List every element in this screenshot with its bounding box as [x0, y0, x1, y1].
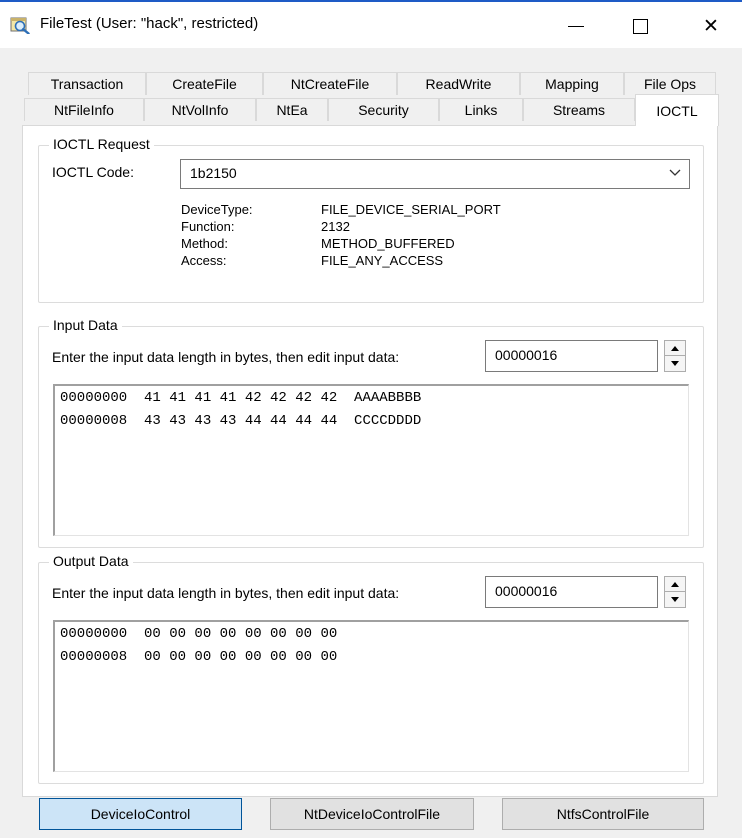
input-data-group: Input Data Enter the input data length i…	[38, 317, 704, 548]
hex-line: 00000008 43 43 43 43 44 44 44 44 CCCCDDD…	[60, 413, 422, 429]
hex-line: 00000008 00 00 00 00 00 00 00 00	[60, 649, 338, 665]
function-value: 2132	[321, 219, 350, 234]
spin-down-icon[interactable]	[665, 356, 685, 371]
tab-security[interactable]: Security	[328, 98, 439, 121]
access-value: FILE_ANY_ACCESS	[321, 253, 444, 268]
method-value: METHOD_BUFFERED	[321, 236, 455, 251]
input-hex-editor[interactable]: 00000000 41 41 41 41 42 42 42 42 AAAABBB…	[53, 384, 689, 536]
tab-createfile[interactable]: CreateFile	[146, 72, 263, 95]
device-type-value: FILE_DEVICE_SERIAL_PORT	[321, 202, 501, 217]
tab-ntvolinfo[interactable]: NtVolInfo	[144, 98, 256, 121]
chevron-down-icon	[669, 169, 681, 176]
tab-file-ops[interactable]: File Ops	[624, 72, 716, 95]
tab-label: CreateFile	[172, 76, 237, 92]
button-label: NtDeviceIoControlFile	[303, 806, 441, 822]
input-length-prompt: Enter the input data length in bytes, th…	[52, 349, 400, 365]
output-data-group: Output Data Enter the input data length …	[38, 553, 704, 784]
ioctl-code-combo[interactable]: 1b2150	[180, 159, 690, 189]
close-icon: ✕	[703, 15, 719, 37]
access-key: Access:	[181, 253, 227, 268]
tab-label: Transaction	[50, 76, 124, 92]
spin-up-icon[interactable]	[665, 341, 685, 356]
hex-line: 00000000 41 41 41 41 42 42 42 42 AAAABBB…	[60, 390, 422, 406]
ioctl-code-label: IOCTL Code:	[52, 164, 134, 180]
group-title: IOCTL Request	[49, 136, 154, 152]
tab-label: Streams	[552, 102, 606, 118]
tab-label: NtCreateFile	[290, 76, 370, 92]
tab-label: Links	[464, 102, 498, 118]
minimize-button[interactable]	[553, 4, 599, 48]
device-io-control-button[interactable]: DeviceIoControl	[39, 798, 242, 830]
spin-up-icon[interactable]	[665, 577, 685, 592]
maximize-button[interactable]	[617, 4, 663, 48]
output-hex-editor[interactable]: 00000000 00 00 00 00 00 00 00 00 0000000…	[53, 620, 689, 772]
method-key: Method:	[181, 236, 228, 251]
output-length-prompt: Enter the input data length in bytes, th…	[52, 585, 400, 601]
function-key: Function:	[181, 219, 235, 234]
device-type-key: DeviceType:	[181, 202, 253, 217]
input-length-field[interactable]: 00000016	[485, 340, 658, 372]
close-button[interactable]: ✕	[688, 4, 734, 48]
ntfs-control-file-button[interactable]: NtfsControlFile	[502, 798, 704, 830]
hex-line: 00000000 00 00 00 00 00 00 00 00	[60, 626, 338, 642]
output-length-field[interactable]: 00000016	[485, 576, 658, 608]
tab-label: NtEa	[276, 102, 308, 118]
tab-label: Security	[358, 102, 409, 118]
window-title: FileTest (User: "hack", restricted)	[40, 15, 259, 32]
tab-label: Mapping	[545, 76, 599, 92]
tab-streams[interactable]: Streams	[523, 98, 635, 121]
button-label: DeviceIoControl	[90, 806, 191, 822]
tab-label: NtVolInfo	[171, 102, 229, 118]
ioctl-request-group: IOCTL Request IOCTL Code: 1b2150 DeviceT…	[38, 136, 704, 303]
group-title: Output Data	[49, 553, 133, 569]
spin-down-icon[interactable]	[665, 592, 685, 607]
tab-label: IOCTL	[656, 102, 698, 119]
button-label: NtfsControlFile	[556, 806, 650, 822]
tab-label: NtFileInfo	[54, 102, 114, 118]
input-length-spinner[interactable]	[664, 340, 686, 372]
minimize-icon	[568, 25, 584, 27]
tab-readwrite[interactable]: ReadWrite	[397, 72, 520, 95]
ioctl-code-value: 1b2150	[190, 165, 237, 181]
maximize-icon	[632, 18, 648, 34]
tab-transaction[interactable]: Transaction	[28, 72, 146, 95]
app-icon	[10, 17, 30, 34]
tab-label: ReadWrite	[425, 76, 492, 92]
output-length-spinner[interactable]	[664, 576, 686, 608]
tab-ntcreatefile[interactable]: NtCreateFile	[263, 72, 397, 95]
tab-ioctl[interactable]: IOCTL	[635, 94, 719, 126]
tab-ntea[interactable]: NtEa	[256, 98, 328, 121]
tab-mapping[interactable]: Mapping	[520, 72, 624, 95]
output-length-value: 00000016	[495, 583, 558, 599]
tab-links[interactable]: Links	[439, 98, 523, 121]
group-title: Input Data	[49, 317, 122, 333]
title-bar[interactable]: FileTest (User: "hack", restricted) ✕	[0, 2, 742, 48]
nt-device-io-control-file-button[interactable]: NtDeviceIoControlFile	[270, 798, 474, 830]
tab-ntfileinfo[interactable]: NtFileInfo	[24, 98, 144, 121]
input-length-value: 00000016	[495, 347, 558, 363]
tab-label: File Ops	[643, 76, 697, 92]
ioctl-tab-panel: IOCTL Request IOCTL Code: 1b2150 DeviceT…	[22, 125, 718, 830]
